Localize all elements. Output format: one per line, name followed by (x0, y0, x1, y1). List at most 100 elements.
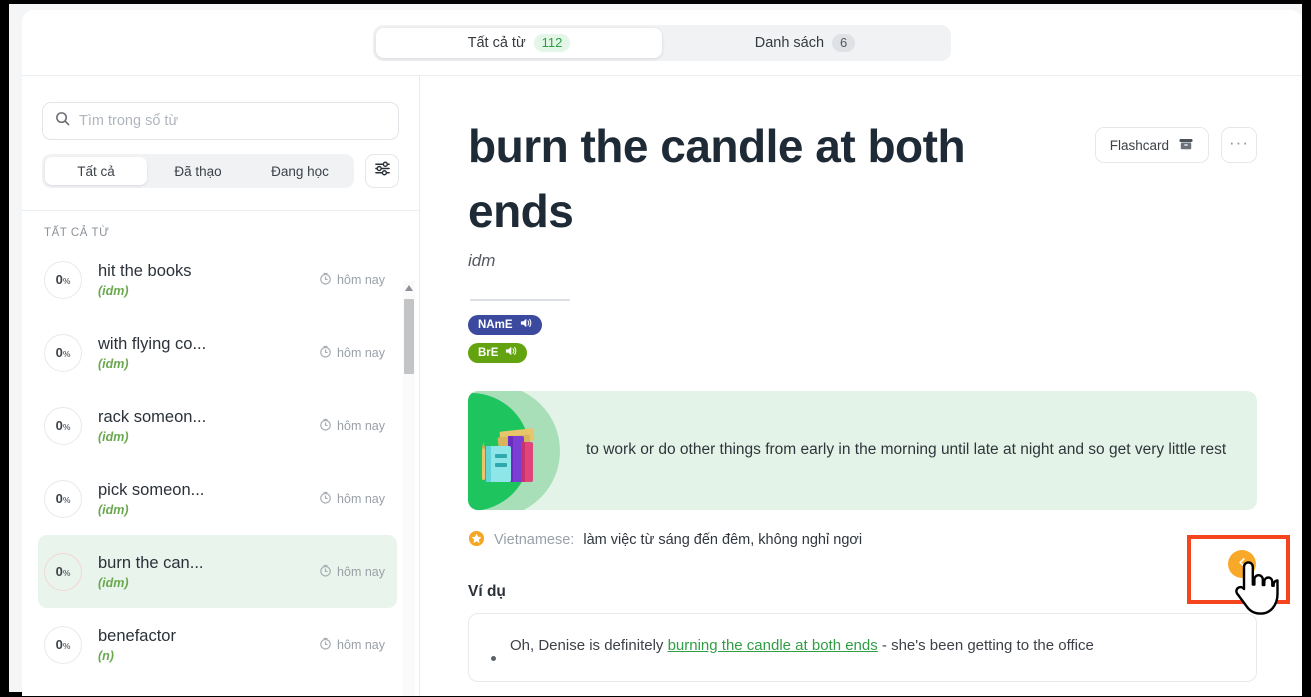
entry-header: burn the candle at both ends Flashcard · (468, 114, 1257, 245)
progress-unit: % (62, 349, 71, 359)
scroll-up-arrow-icon[interactable] (403, 281, 415, 294)
sidebar-scrollbar[interactable] (403, 281, 415, 696)
tab-group: Tất cả từ 112 Danh sách 6 (373, 24, 951, 61)
clock-icon (319, 564, 332, 580)
filter-all[interactable]: Tất cả (45, 157, 147, 185)
progress-value: 0 (55, 491, 63, 506)
tab-all-words-badge: 112 (533, 33, 571, 52)
sliders-icon (374, 160, 391, 182)
list-item-term: burn the can... (98, 553, 204, 572)
pronunciation-bre-button[interactable]: BrE (468, 342, 528, 363)
progress-ring: 0% (44, 479, 82, 518)
speaker-icon (505, 345, 518, 360)
progress-unit: % (62, 641, 71, 651)
progress-unit: % (62, 495, 71, 505)
progress-unit: % (62, 568, 71, 578)
progress-ring: 0% (44, 552, 82, 591)
example-text: Oh, Denise is definitely burning the can… (510, 634, 1094, 661)
progress-value: 0 (55, 564, 63, 579)
list-item-meta: burn the can... (idm) (98, 554, 303, 590)
list-item-pos: (n) (98, 648, 114, 663)
filter-learning[interactable]: Đang học (249, 157, 351, 185)
search-area (22, 76, 419, 140)
list-item-term: pick someon... (98, 480, 205, 499)
pronunciation-row: NAmE BrE (468, 314, 1257, 363)
list-item-meta: pick someon... (idm) (98, 481, 303, 517)
list-item-meta: with flying co... (idm) (98, 335, 303, 371)
sidebar: Tất cả Đã thạo Đang học (22, 76, 420, 696)
clock-icon (319, 491, 332, 507)
translation-value: làm việc từ sáng đến đêm, không nghỉ ngơ… (583, 532, 863, 549)
collapse-toggle-button[interactable] (1228, 550, 1256, 578)
list-item-pos: (idm) (98, 429, 129, 444)
list-item-meta: benefactor (n) (98, 627, 303, 663)
list-item-time: hôm nay (319, 418, 385, 434)
pronunciation-name-button[interactable]: NAmE (468, 314, 542, 335)
definition-text: to work or do other things from early in… (586, 441, 1227, 459)
list-item[interactable]: 0% rack someon... (idm) hôm nay (38, 389, 397, 462)
example-highlight[interactable]: burning the candle at both ends (668, 637, 878, 654)
pronunciation-bre-label: BrE (478, 346, 499, 359)
list-item-pos: (idm) (98, 502, 129, 517)
list-item-time-label: hôm nay (337, 418, 385, 433)
list-item-pos: (idm) (98, 356, 129, 371)
example-text-after: - she's been getting to the office (877, 636, 1094, 654)
screenshot-frame: Tất cả từ 112 Danh sách 6 Tìm trong sổ t… (0, 0, 1311, 697)
list-item-term: benefactor (98, 626, 176, 645)
app-window: Tất cả từ 112 Danh sách 6 Tìm trong sổ t… (22, 10, 1302, 696)
search-box[interactable] (42, 102, 399, 140)
word-list-header: TẤT CẢ TỪ (44, 227, 110, 239)
search-input[interactable] (79, 113, 386, 129)
chevron-left-icon (1237, 555, 1248, 573)
list-item[interactable]: 0% with flying co... (idm) hôm nay (38, 316, 397, 389)
main-body: Tất cả Đã thạo Đang học (22, 76, 1302, 696)
flashcard-button[interactable]: Flashcard (1094, 127, 1209, 163)
example-item: Oh, Denise is definitely burning the can… (491, 634, 1232, 661)
entry-content: burn the candle at both ends Flashcard · (420, 76, 1302, 696)
definition-card: to work or do other things from early in… (468, 390, 1257, 510)
example-bullet-icon (491, 655, 496, 661)
filter-segment-group: Tất cả Đã thạo Đang học (42, 154, 354, 188)
pronunciation-name-label: NAmE (478, 318, 513, 331)
scrollbar-thumb[interactable] (404, 299, 414, 374)
tab-all-words[interactable]: Tất cả từ 112 (376, 27, 662, 58)
progress-value: 0 (55, 637, 63, 652)
list-item-time-label: hôm nay (337, 491, 385, 506)
example-text-before: Oh, Denise is definitely (510, 636, 668, 654)
flashcard-icon (1178, 136, 1194, 155)
list-item-time-label: hôm nay (337, 564, 385, 579)
tab-all-words-label: Tất cả từ (467, 34, 526, 51)
progress-ring: 0% (44, 625, 82, 664)
sliders-icon-button[interactable] (365, 154, 399, 188)
more-options-button[interactable]: ··· (1221, 127, 1257, 163)
translation-row: Vietnamese: làm việc từ sáng đến đêm, kh… (468, 530, 1257, 551)
list-item-time: hôm nay (319, 491, 385, 507)
progress-ring: 0% (44, 406, 82, 445)
progress-value: 0 (55, 345, 63, 360)
progress-unit: % (62, 422, 71, 432)
filter-row: Tất cả Đã thạo Đang học (22, 140, 419, 188)
list-item-term: with flying co... (98, 334, 207, 353)
list-item-time: hôm nay (319, 345, 385, 361)
search-icon (55, 111, 70, 131)
list-item-selected[interactable]: 0% burn the can... (idm) hôm nay (38, 535, 397, 608)
clock-icon (319, 637, 332, 653)
top-tab-bar: Tất cả từ 112 Danh sách 6 (22, 10, 1302, 76)
tab-lists[interactable]: Danh sách 6 (662, 28, 948, 58)
examples-heading: Ví dụ (468, 582, 506, 600)
list-item[interactable]: 0% benefactor (n) hôm nay (38, 608, 397, 681)
list-item-meta: rack someon... (idm) (98, 408, 303, 444)
list-item-term: hit the books (98, 261, 192, 280)
list-item-time-label: hôm nay (337, 272, 385, 287)
list-item[interactable]: 0% pick someon... (idm) hôm nay (38, 462, 397, 535)
speaker-icon (520, 317, 533, 332)
clock-icon (319, 345, 332, 361)
list-item-pos: (idm) (98, 575, 129, 590)
tab-lists-label: Danh sách (754, 34, 825, 51)
progress-value: 0 (55, 418, 63, 433)
clock-icon (319, 272, 332, 288)
entry-divider (470, 298, 570, 301)
list-item-time-label: hôm nay (337, 345, 385, 360)
list-item[interactable]: 0% hit the books (idm) hôm nay (38, 243, 397, 316)
filter-mastered[interactable]: Đã thạo (147, 157, 249, 185)
